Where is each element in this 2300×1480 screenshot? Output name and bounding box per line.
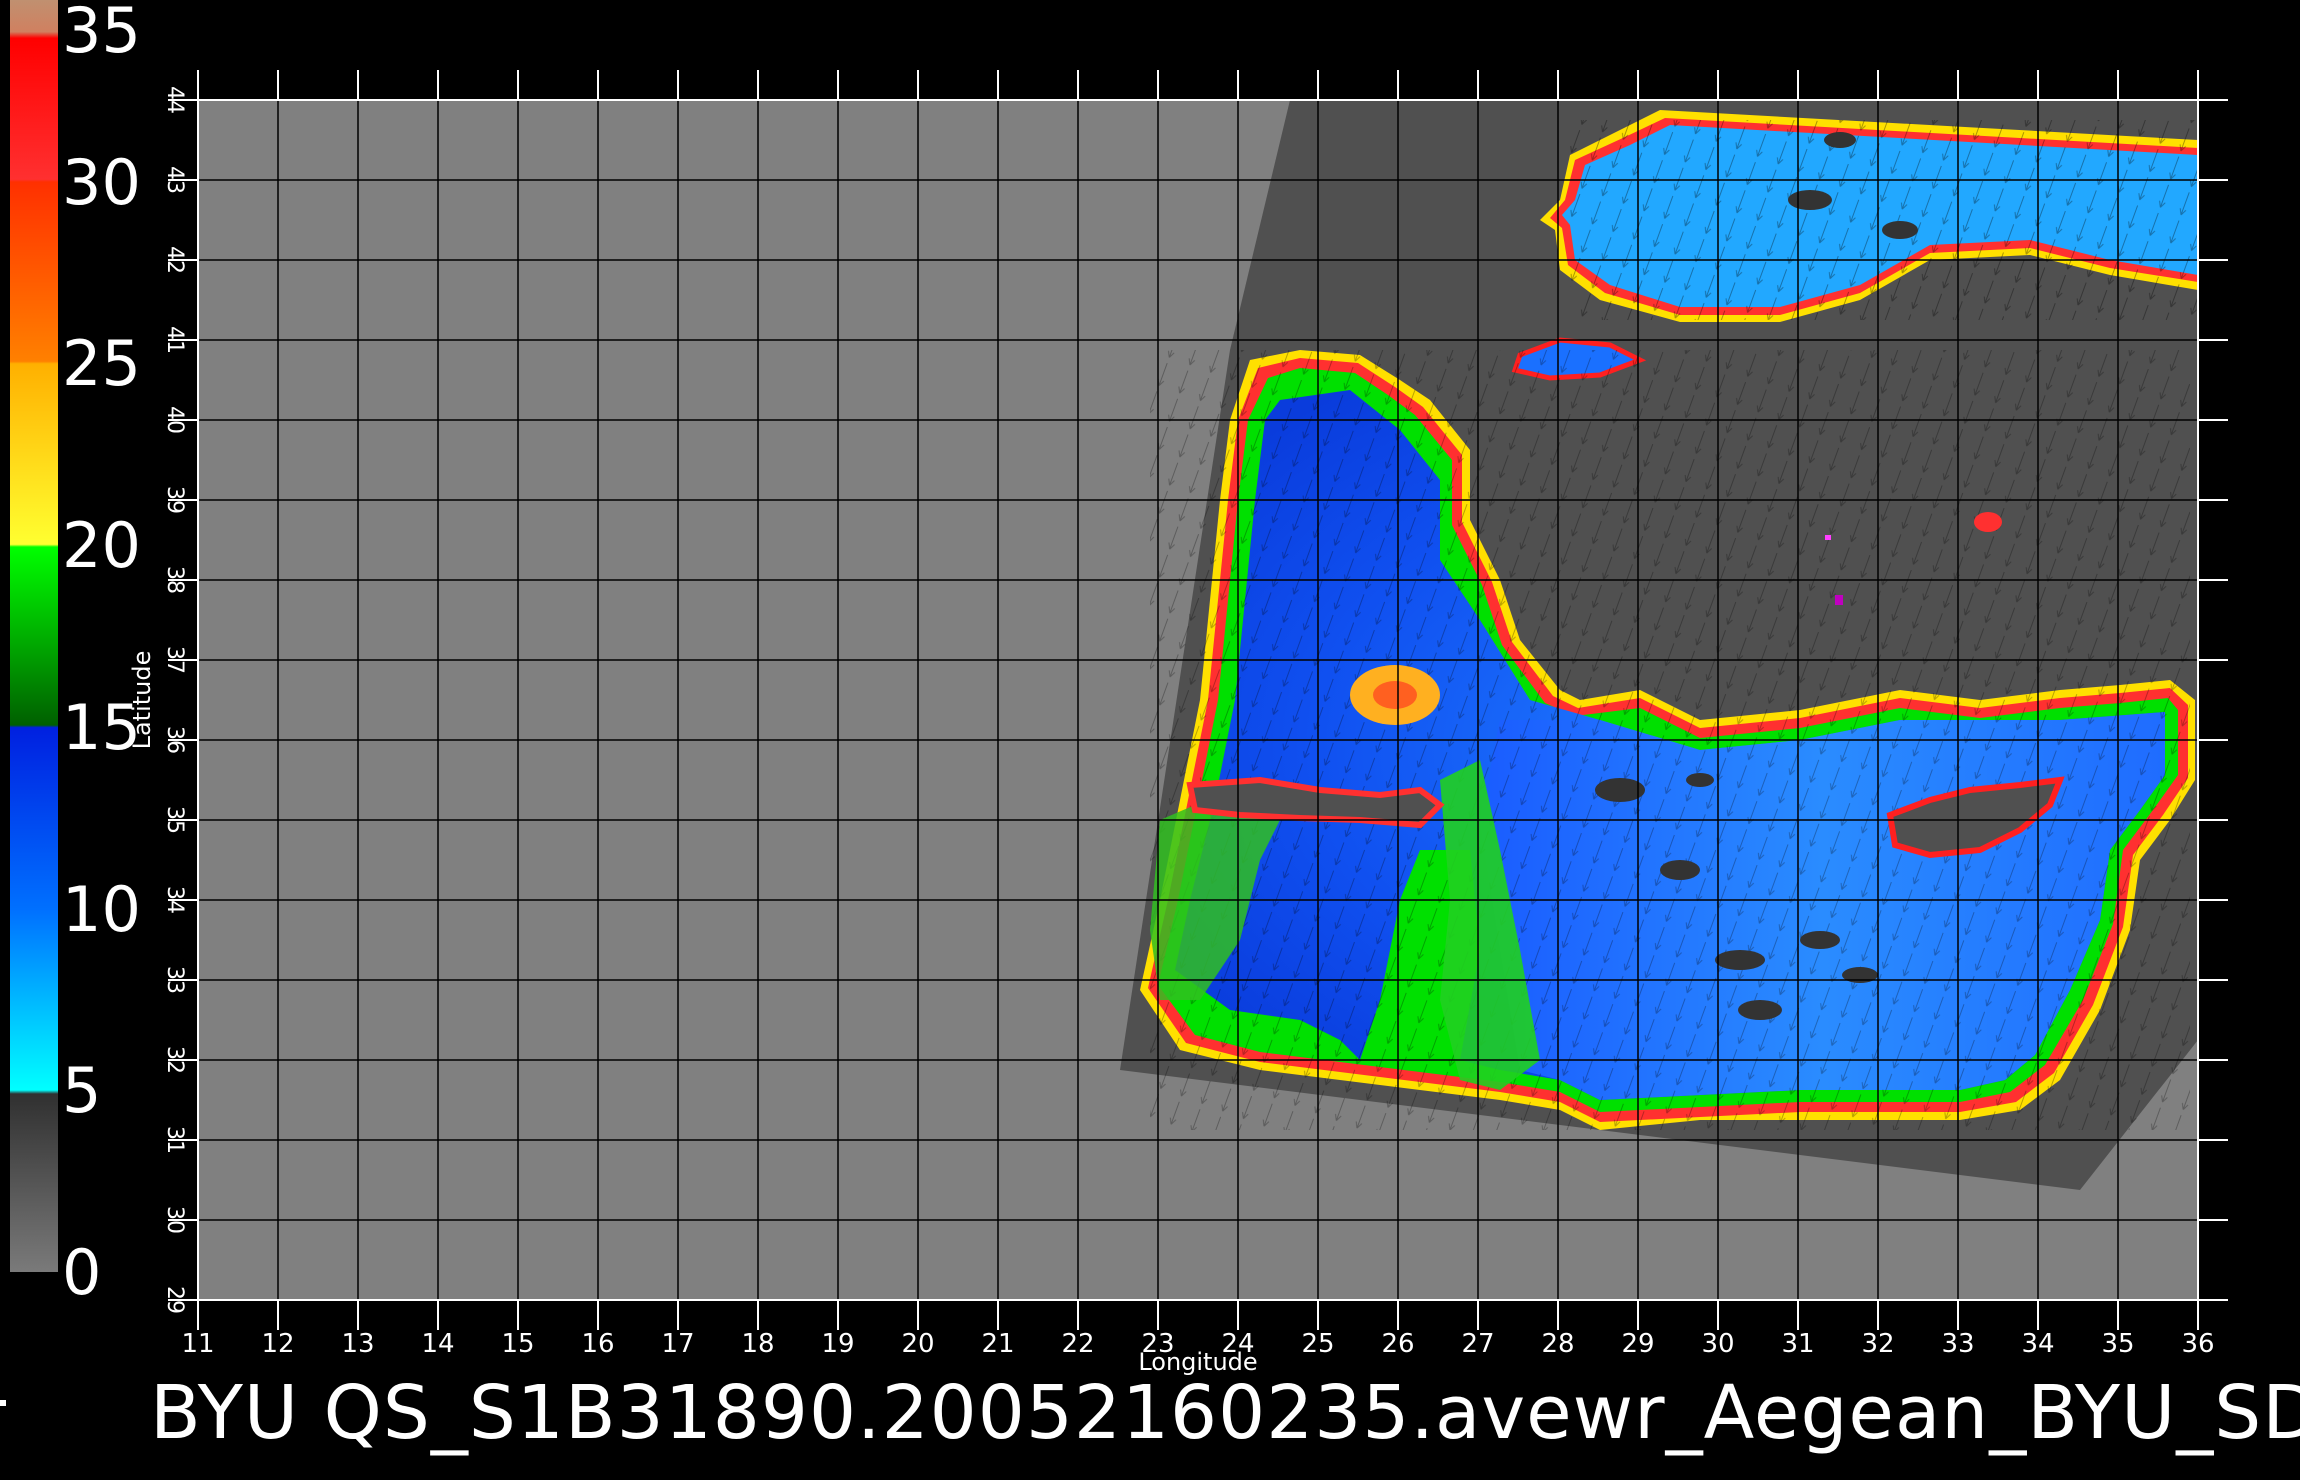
lon-tick-label: 34 — [2021, 1329, 2054, 1359]
lat-tick-label: 34 — [162, 886, 187, 914]
lat-tick-label: 41 — [162, 326, 187, 354]
lon-tick-label: 17 — [661, 1329, 694, 1359]
lon-tick-label: 33 — [1941, 1329, 1974, 1359]
lat-tick-label: 43 — [162, 166, 187, 194]
lat-tick-label: 36 — [162, 726, 187, 754]
lon-tick-label: 11 — [181, 1329, 214, 1359]
image-caption: BYU QS_S1B31890.20052160235.avewr_Aegean… — [150, 1370, 2300, 1456]
lat-tick-label: 42 — [162, 246, 187, 274]
lat-tick-label: 29 — [162, 1286, 187, 1314]
lon-tick-label: 26 — [1381, 1329, 1414, 1359]
lon-tick-label: 36 — [2181, 1329, 2214, 1359]
lon-tick-label: 22 — [1061, 1329, 1094, 1359]
lat-tick-label: 40 — [162, 406, 187, 434]
lat-tick-label: 32 — [162, 1046, 187, 1074]
lon-tick-label: 27 — [1461, 1329, 1494, 1359]
lake-feature — [1974, 512, 2002, 532]
y-axis-label: Latitude — [128, 651, 156, 750]
inland-feature-2 — [1835, 595, 1843, 605]
lat-tick-label: 39 — [162, 486, 187, 514]
lat-tick-label: 44 — [162, 86, 187, 114]
lon-tick-label: 21 — [981, 1329, 1014, 1359]
lon-tick-label: 16 — [581, 1329, 614, 1359]
lat-tick-label: 31 — [162, 1126, 187, 1154]
lon-tick-label: 29 — [1621, 1329, 1654, 1359]
lon-tick-label: 14 — [421, 1329, 454, 1359]
lon-tick-label: 19 — [821, 1329, 854, 1359]
lat-tick-label: 35 — [162, 806, 187, 834]
lon-tick-label: 28 — [1541, 1329, 1574, 1359]
lat-tick-label: 38 — [162, 566, 187, 594]
lon-tick-label: 30 — [1701, 1329, 1734, 1359]
lon-tick-label: 18 — [741, 1329, 774, 1359]
lon-tick-label: 12 — [261, 1329, 294, 1359]
lon-tick-label: 32 — [1861, 1329, 1894, 1359]
lon-tick-label: 20 — [901, 1329, 934, 1359]
lat-tick-label: 37 — [162, 646, 187, 674]
lon-tick-label: 31 — [1781, 1329, 1814, 1359]
lon-tick-label: 25 — [1301, 1329, 1334, 1359]
aegean-warm-core — [1373, 681, 1417, 709]
lat-tick-label: 33 — [162, 966, 187, 994]
lon-tick-label: 35 — [2101, 1329, 2134, 1359]
wind-map: 11 12 13 14 15 16 17 18 19 20 21 22 23 24 25 26 27 28 29 30… — [128, 70, 2228, 1376]
lon-tick-label: 13 — [341, 1329, 374, 1359]
lat-tick-label: 30 — [162, 1206, 187, 1234]
lon-tick-label: 15 — [501, 1329, 534, 1359]
inland-feature-1 — [1825, 535, 1831, 540]
